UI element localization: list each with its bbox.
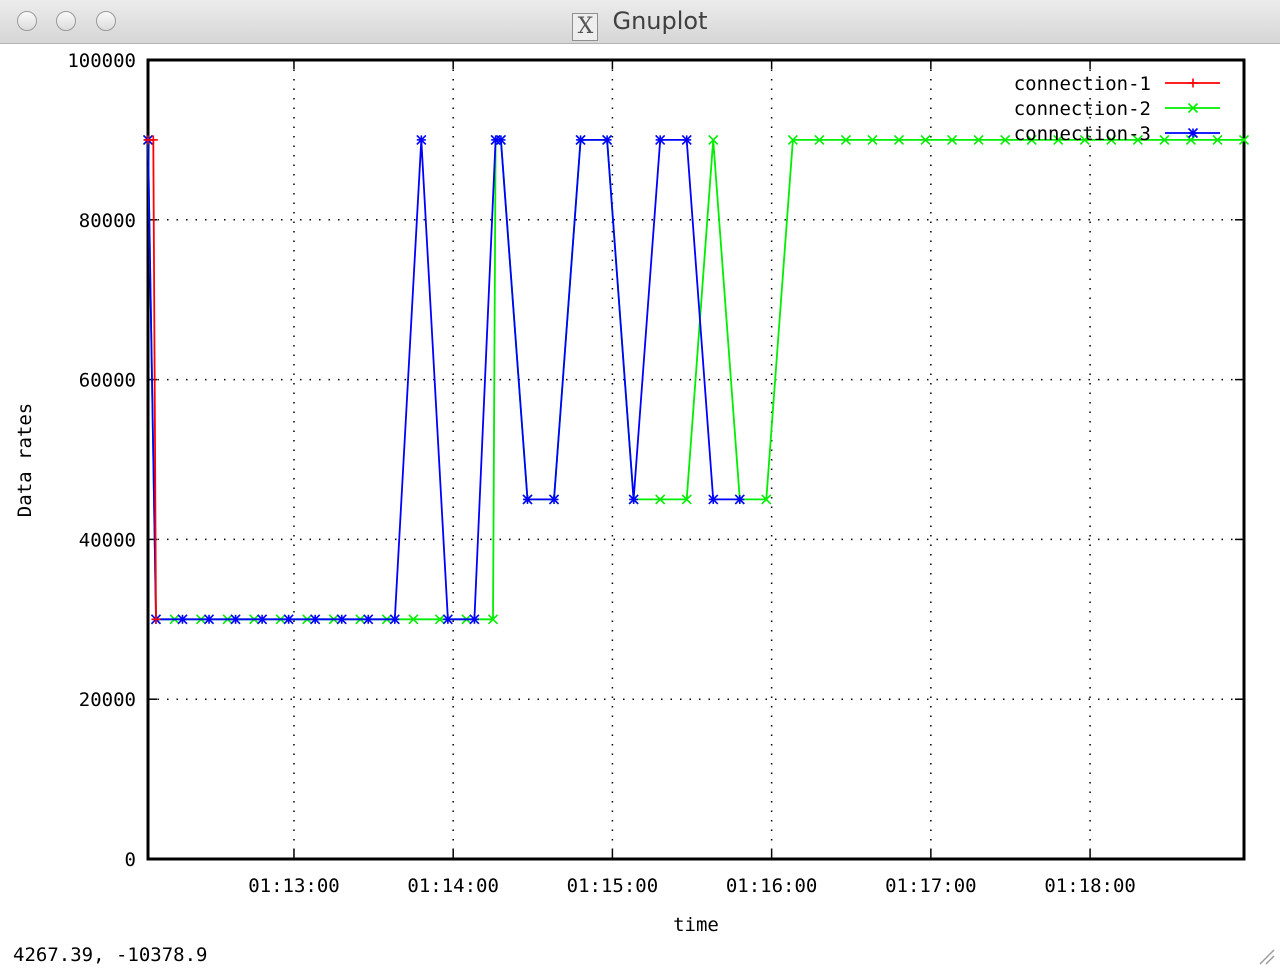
x-tick-label: 01:14:00 (407, 875, 499, 897)
connection-3-point (628, 494, 639, 505)
x-tick-label: 01:13:00 (248, 875, 340, 897)
window-title: X Gnuplot (0, 7, 1280, 41)
x-axis-label: time (673, 914, 719, 936)
connection-3-point (442, 614, 453, 625)
window-title-text: Gnuplot (612, 7, 708, 35)
y-tick-label: 20000 (79, 689, 136, 711)
connection-3-point (522, 494, 533, 505)
connection-3-point (681, 134, 692, 145)
connection-3-point (602, 134, 613, 145)
plot-canvas[interactable]: 0 20000 40000 60000 80000 100000 01:13:00 01:14… (0, 44, 1280, 942)
connection-3-point (575, 134, 586, 145)
connection-3-point (257, 614, 268, 625)
connection-3-point (655, 134, 666, 145)
window-titlebar: X Gnuplot (0, 0, 1280, 44)
x-tick-label: 01:16:00 (726, 875, 818, 897)
y-tick-label: 40000 (79, 529, 136, 551)
connection-3-point (363, 614, 374, 625)
connection-3-point (708, 494, 719, 505)
connection-3-point (310, 614, 321, 625)
connection-3-point (469, 614, 480, 625)
y-axis-label: Data rates (14, 403, 36, 517)
connection-3-point (230, 614, 241, 625)
y-tick-label: 100000 (67, 50, 136, 72)
y-tick-label: 80000 (79, 210, 136, 232)
connection-3-point (203, 614, 215, 625)
connection-3-point (495, 134, 507, 145)
connection-3-point (389, 614, 400, 625)
plot-frame (146, 58, 1246, 861)
legend-label-connection-2: connection-2 (1014, 98, 1151, 120)
connection-3-point (548, 494, 560, 505)
connection-3-point (734, 494, 745, 505)
connection-3-point (336, 614, 347, 625)
x-tick-label: 01:15:00 (567, 875, 659, 897)
connection-3-point (416, 134, 427, 145)
resize-grip-icon[interactable] (1254, 944, 1276, 966)
legend-marker-connection-3 (1187, 127, 1199, 139)
connection-3-point (283, 614, 294, 625)
x-tick-label: 01:17:00 (885, 875, 977, 897)
y-tick-label: 60000 (79, 370, 136, 392)
mouse-coordinates-readout: 4267.39, -10378.9 (13, 944, 208, 966)
x-tick-label: 01:18:00 (1044, 875, 1136, 897)
legend-label-connection-3: connection-3 (1014, 123, 1151, 145)
y-tick-label: 0 (125, 849, 136, 871)
legend-marker-connection-1 (1188, 78, 1198, 88)
x11-icon: X (572, 13, 599, 41)
connection-3-point (177, 614, 188, 625)
legend-label-connection-1: connection-1 (1014, 73, 1151, 95)
